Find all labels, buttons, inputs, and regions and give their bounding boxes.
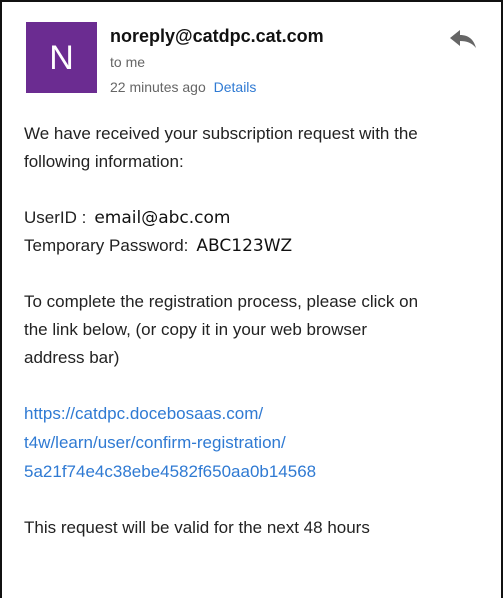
instruction-text: To complete the registration process, pl… — [24, 288, 490, 372]
sender-address: noreply@catdpc.cat.com — [110, 26, 324, 46]
registration-link-line-1[interactable]: https://catdpc.docebosaas.com/ — [24, 399, 490, 428]
password-label: Temporary Password: — [24, 236, 189, 255]
email-view: N noreply@catdpc.cat.com to me 22 minute… — [0, 0, 503, 598]
intro-text: We have received your subscription reque… — [24, 120, 490, 176]
email-body: We have received your subscription reque… — [24, 120, 490, 542]
instruction-line-2: the link below, (or copy it in your web … — [24, 320, 367, 339]
instruction-line-3: address bar) — [24, 348, 120, 367]
intro-line-1: We have received your subscription reque… — [24, 124, 418, 143]
password-value: ABC123WZ — [196, 236, 293, 256]
credentials-section: UserID : email@abc.com Temporary Passwor… — [24, 204, 490, 260]
registration-link-line-3[interactable]: 5a21f74e4c38ebe4582f650aa0b14568 — [24, 457, 490, 486]
email-meta: 22 minutes ago Details — [110, 79, 256, 95]
reply-button[interactable] — [448, 27, 478, 51]
user-id-row: UserID : email@abc.com — [24, 204, 490, 232]
validity-notice: This request will be valid for the next … — [24, 514, 490, 542]
reply-icon — [450, 30, 476, 48]
password-row: Temporary Password: ABC123WZ — [24, 232, 490, 260]
registration-link-line-2[interactable]: t4w/learn/user/confirm-registration/ — [24, 428, 490, 457]
details-link[interactable]: Details — [214, 79, 257, 95]
email-header: N noreply@catdpc.cat.com to me 22 minute… — [2, 2, 501, 110]
email-timestamp: 22 minutes ago — [110, 79, 206, 95]
avatar-initial: N — [49, 38, 74, 77]
sender-avatar: N — [26, 22, 97, 93]
validity-text: This request will be valid for the next … — [24, 518, 370, 537]
instruction-line-1: To complete the registration process, pl… — [24, 292, 419, 311]
user-id-label: UserID : — [24, 208, 87, 227]
intro-line-2: following information: — [24, 152, 184, 171]
registration-link[interactable]: https://catdpc.docebosaas.com/ t4w/learn… — [24, 399, 490, 486]
recipient-line: to me — [110, 54, 146, 70]
user-id-value: email@abc.com — [94, 208, 231, 228]
